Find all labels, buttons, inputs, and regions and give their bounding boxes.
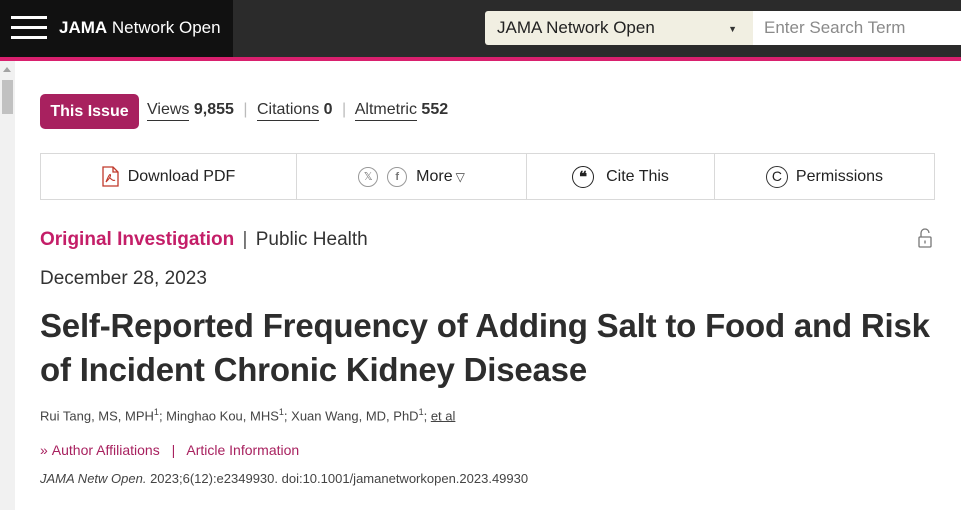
scrollbar[interactable] (0, 61, 15, 510)
article-category: Original Investigation | Public Health (40, 229, 368, 251)
x-twitter-icon[interactable]: 𝕏 (358, 166, 379, 187)
article-topic: Public Health (255, 229, 368, 250)
hamburger-menu-icon[interactable] (11, 16, 47, 42)
et-al-link[interactable]: et al (431, 408, 456, 423)
top-navigation-bar: JAMA Network Open JAMA Network Open ▼ (0, 0, 961, 57)
article-title: Self-Reported Frequency of Adding Salt t… (40, 307, 930, 388)
category-separator: | (242, 229, 248, 250)
publication-date: December 28, 2023 (40, 268, 207, 289)
facebook-icon[interactable]: f (387, 166, 408, 187)
links-separator: | (171, 442, 176, 458)
article-metrics: Views 9,855 | Citations 0 | Altmetric 55… (147, 101, 449, 121)
views-count: 9,855 (193, 101, 234, 118)
download-pdf-label: Download PDF (127, 167, 236, 185)
affiliation-marker: 1 (418, 407, 424, 417)
pdf-file-icon (102, 166, 119, 187)
article-info-links: » Author Affiliations | Article Informati… (40, 442, 299, 458)
citations-link[interactable]: Citations (256, 101, 320, 121)
brand-block: JAMA Network Open (0, 0, 233, 57)
open-access-unlock-icon[interactable] (917, 228, 933, 248)
site-logo[interactable]: JAMA Network Open (59, 18, 221, 38)
permissions-button[interactable]: C Permissions (714, 154, 934, 199)
more-share-button[interactable]: More ▽ (416, 168, 465, 186)
author-name[interactable]: Rui Tang, MS, MPH (40, 408, 154, 423)
permissions-label: Permissions (795, 167, 884, 185)
cite-this-label: Cite This (606, 167, 669, 185)
scrollbar-thumb[interactable] (2, 80, 13, 114)
citation-details: 2023;6(12):e2349930. doi:10.1001/jamanet… (146, 471, 529, 486)
altmetric-score: 552 (421, 101, 449, 118)
cite-this-button[interactable]: ❝ Cite This (526, 154, 714, 199)
triangle-down-icon: ▽ (455, 169, 465, 184)
metrics-separator: | (342, 101, 347, 118)
author-list: Rui Tang, MS, MPH1; Minghao Kou, MHS1; X… (40, 407, 456, 424)
quote-icon: ❝ (572, 165, 595, 188)
scroll-up-arrow-icon[interactable] (3, 67, 11, 72)
download-pdf-button[interactable]: Download PDF (41, 154, 296, 199)
chevron-right-icon: » (40, 442, 48, 458)
author-name[interactable]: Minghao Kou, MHS (166, 408, 279, 423)
citations-count: 0 (323, 101, 333, 118)
accent-divider (0, 57, 961, 61)
this-issue-button[interactable]: This Issue (40, 94, 139, 129)
author-name[interactable]: Xuan Wang, MD, PhD (291, 408, 418, 423)
affiliation-marker: 1 (153, 407, 159, 417)
altmetric-link[interactable]: Altmetric (354, 101, 417, 121)
article-toolbar: Download PDF 𝕏 f More ▽ ❝ Cite This C Per… (40, 153, 935, 200)
article-information-link[interactable]: Article Information (186, 442, 299, 458)
article-type-link[interactable]: Original Investigation (40, 229, 234, 250)
copyright-icon: C (765, 165, 788, 188)
citation-journal: JAMA Netw Open. (40, 471, 147, 486)
journal-select-value: JAMA Network Open (497, 18, 655, 37)
author-affiliations-link[interactable]: » Author Affiliations (40, 442, 160, 458)
views-link[interactable]: Views (147, 101, 190, 121)
journal-select[interactable]: JAMA Network Open ▼ (485, 11, 753, 45)
search-input[interactable] (753, 11, 961, 45)
metrics-separator: | (243, 101, 248, 118)
affiliation-marker: 1 (278, 407, 284, 417)
chevron-down-icon: ▼ (728, 24, 737, 34)
share-group: 𝕏 f More ▽ (296, 154, 526, 199)
citation-line: JAMA Netw Open. 2023;6(12):e2349930. doi… (40, 471, 528, 486)
